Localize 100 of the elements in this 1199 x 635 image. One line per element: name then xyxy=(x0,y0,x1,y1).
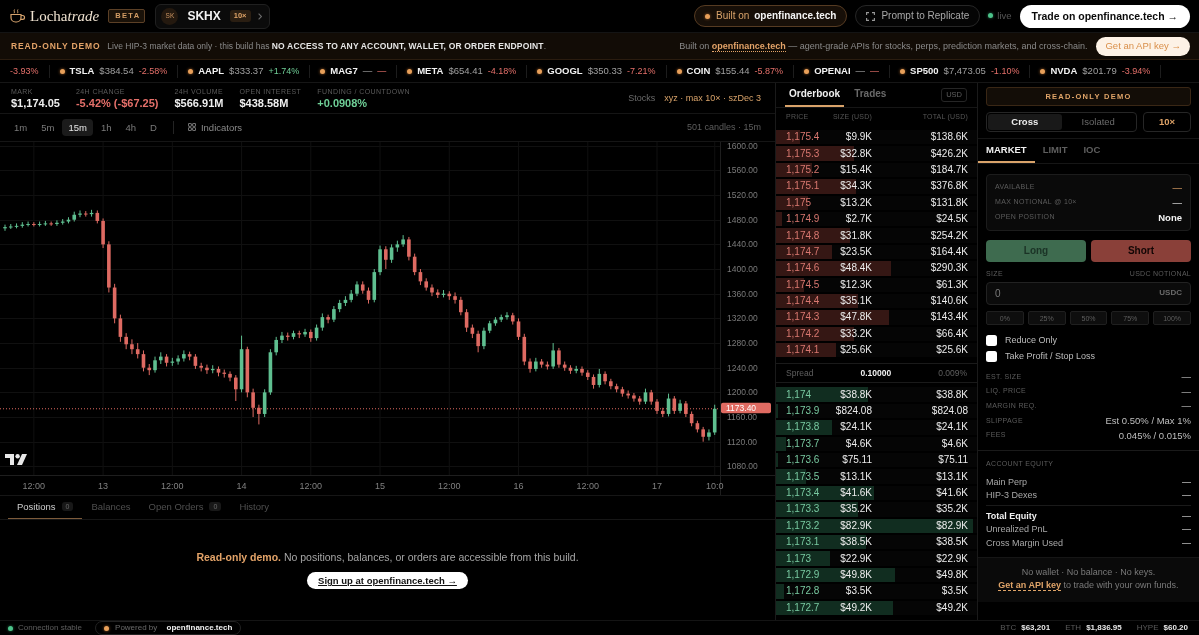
order-total: $164.4K xyxy=(929,245,968,258)
last-price-tag: 1173.40 xyxy=(721,402,771,414)
chevron-right-icon xyxy=(257,12,262,20)
banner-info: Built on openfinance.tech — agent-grade APIs for stocks, perps, prediction markets, and cross-chain. xyxy=(679,40,1088,52)
timeframe-button[interactable]: 1m xyxy=(8,118,34,137)
order-total: $25.6K xyxy=(935,344,968,357)
order-size: $9.9K xyxy=(844,131,872,144)
status-dot-icon xyxy=(988,13,994,19)
price-axis-label: 1280.00 xyxy=(727,338,758,349)
ask-price: 1,174.9 xyxy=(786,213,821,226)
ask-price: 1,174.1 xyxy=(786,344,821,357)
order-total: $35.2K xyxy=(935,503,968,516)
chart-logo-icon xyxy=(5,454,27,465)
ask-price: 1,174.5 xyxy=(786,278,821,291)
spread-label: Spread xyxy=(786,368,814,379)
checkbox[interactable] xyxy=(986,335,997,347)
bid-price: 1,174 xyxy=(786,388,813,401)
stat-value: -5.42% (-$67.25) xyxy=(75,97,159,109)
ticker-dot-icon xyxy=(900,68,906,74)
info-value: — xyxy=(1172,181,1182,194)
short-button[interactable]: Short xyxy=(1091,240,1191,262)
timeframe-button[interactable]: D xyxy=(144,118,163,137)
bid-price: 1,173.1 xyxy=(786,536,821,549)
market-symbol: SKHX xyxy=(187,8,221,24)
price-axis-label: 1520.00 xyxy=(727,190,758,201)
order-total: $22.9K xyxy=(935,552,968,565)
estimate-value: 0.045% / 0.015% xyxy=(1118,429,1191,442)
time-axis-label: 15 xyxy=(375,480,386,491)
order-type-tab[interactable]: LIMIT xyxy=(1034,138,1076,163)
frame-corners-icon xyxy=(866,11,876,21)
bid-price: 1,173.2 xyxy=(786,519,821,532)
price-symbol: BTC xyxy=(1000,623,1017,633)
equity-label: Main Perp xyxy=(986,476,1028,488)
orderbook-tab[interactable]: Trades xyxy=(850,82,891,107)
info-value: — xyxy=(1172,196,1182,209)
ticker-price: $201.79 xyxy=(1082,65,1117,77)
price-axis-label: 1240.00 xyxy=(727,362,758,373)
price-axis-label: 1120.00 xyxy=(727,436,758,447)
panel-tab[interactable]: History xyxy=(230,495,278,519)
ticker-symbol: META xyxy=(417,65,444,77)
order-total: $290.3K xyxy=(929,262,968,275)
price-axis-label: 1440.00 xyxy=(727,239,758,250)
timeframe-button[interactable]: 1h xyxy=(94,118,118,137)
order-size: $38.8K xyxy=(839,388,872,401)
equity-label: Cross Margin Used xyxy=(986,537,1064,549)
trade-button[interactable]: Trade on openfinance.tech → xyxy=(1019,4,1190,28)
order-total: $131.8K xyxy=(929,196,968,209)
option-label: Take Profit / Stop Loss xyxy=(1005,351,1096,363)
ticker-price: $384.54 xyxy=(99,65,134,77)
time-axis-label: 10:0 xyxy=(705,480,724,491)
ask-price: 1,175 xyxy=(786,196,813,209)
ticker-symbol: SP500 xyxy=(910,65,939,77)
signup-button[interactable]: Sign up at openfinance.tech → xyxy=(307,572,468,590)
orderbook-tab[interactable]: Orderbook xyxy=(785,82,845,107)
candle-count: 501 candles · 15m xyxy=(686,122,761,133)
panel-tab[interactable]: Balances xyxy=(82,495,140,519)
ticker-symbol: NVDA xyxy=(1050,65,1078,77)
order-size: $2.7K xyxy=(844,213,872,226)
wallet-status: No wallet · No balance · No keys. xyxy=(1020,565,1157,579)
order-size: $47.8K xyxy=(839,311,872,324)
timeframe-button[interactable]: 5m xyxy=(35,118,61,137)
order-total: $3.5K xyxy=(940,585,968,598)
price-axis-label: 1400.00 xyxy=(727,264,758,275)
ask-price: 1,174.6 xyxy=(786,262,821,275)
order-size: $34.3K xyxy=(839,180,872,193)
order-total: $38.5K xyxy=(935,536,968,549)
order-size: $33.2K xyxy=(839,327,872,340)
ticker-symbol: COIN xyxy=(686,65,711,77)
margin-mode-option[interactable]: Isolated xyxy=(1061,114,1135,130)
timeframe-button[interactable]: 4h xyxy=(119,118,143,137)
order-size: $4.6K xyxy=(844,437,872,450)
checkbox[interactable] xyxy=(986,351,997,363)
ask-price: 1,175.4 xyxy=(786,131,821,144)
order-total: $824.08 xyxy=(930,405,968,418)
order-size: $22.9K xyxy=(839,552,872,565)
order-size: $38.5K xyxy=(839,536,872,549)
leverage-button[interactable]: 10× xyxy=(1143,112,1191,132)
indicators-button[interactable]: Indicators xyxy=(183,118,247,137)
price-value: $1,836.95 xyxy=(1086,623,1122,633)
built-on-link[interactable]: Built on openfinance.tech xyxy=(694,5,848,27)
margin-mode-option[interactable]: Cross xyxy=(988,114,1062,130)
connection-status: Connection stable xyxy=(18,623,83,633)
time-axis-label: 13 xyxy=(98,480,109,491)
dot-icon xyxy=(104,625,110,631)
order-total: $254.2K xyxy=(929,229,968,242)
spread-percent: 0.009% xyxy=(938,368,967,379)
order-size: $35.2K xyxy=(839,503,872,516)
order-size: $12.3K xyxy=(839,278,872,291)
order-total: $82.9K xyxy=(935,519,968,532)
prompt-button[interactable]: Prompt to Replicate xyxy=(855,5,981,27)
openfinance-link[interactable]: openfinance.tech xyxy=(711,40,786,52)
order-size: $24.1K xyxy=(839,421,872,434)
equity-label: Total Equity xyxy=(986,510,1037,522)
order-total: $41.6K xyxy=(935,487,968,499)
order-type-tab[interactable]: IOC xyxy=(1075,138,1109,163)
timeframe-button[interactable]: 15m xyxy=(62,118,93,137)
ticker-change: — xyxy=(870,65,880,77)
api-key-link[interactable]: Get an API key xyxy=(998,580,1062,592)
cup-icon xyxy=(10,9,26,23)
order-type-tab[interactable]: MARKET xyxy=(978,138,1035,163)
